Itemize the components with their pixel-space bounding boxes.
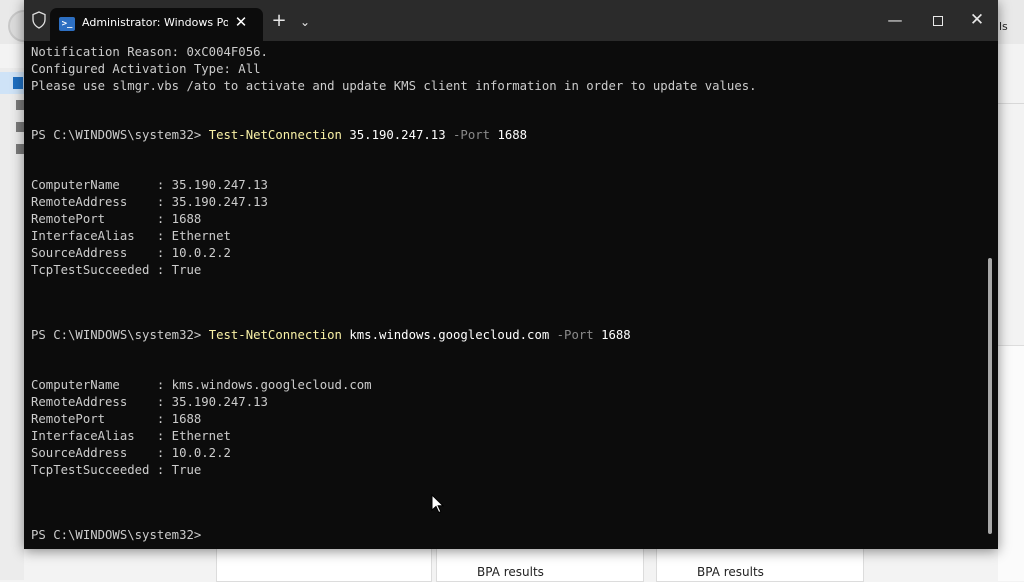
background-panel: [998, 345, 1024, 581]
command-line: PS C:\WINDOWS\system32> Test-NetConnecti…: [31, 127, 527, 144]
output-line: ComputerName : kms.windows.googlecloud.c…: [31, 378, 372, 392]
prompt: PS C:\WINDOWS\system32>: [31, 328, 209, 342]
background-divider: [998, 103, 1024, 104]
bpa-results-link[interactable]: BPA results: [697, 565, 764, 579]
parameter: -Port: [453, 128, 491, 142]
folder-icon[interactable]: [16, 144, 24, 154]
powershell-icon: >_: [59, 17, 75, 31]
background-menu-text[interactable]: ls: [999, 20, 1008, 33]
terminal-output[interactable]: Notification Reason: 0xC004F056. Configu…: [31, 44, 981, 544]
mouse-pointer-icon: [431, 493, 445, 514]
output-line: InterfaceAlias : Ethernet: [31, 429, 231, 443]
argument: 1688: [490, 128, 528, 142]
title-bar[interactable]: >_ Administrator: Windows PowerShell ✕ +…: [24, 0, 998, 41]
cmdlet: Test-NetConnection: [208, 328, 342, 342]
dashboard-icon: [13, 77, 23, 89]
output-line: SourceAddress : 10.0.2.2: [31, 246, 231, 260]
tab-powershell[interactable]: >_ Administrator: Windows PowerShell ✕: [50, 8, 263, 41]
parameter: -Port: [556, 328, 594, 342]
output-line: RemotePort : 1688: [31, 212, 202, 226]
output-line: RemoteAddress : 35.190.247.13: [31, 195, 268, 209]
command-line: PS C:\WINDOWS\system32> Test-NetConnecti…: [31, 327, 631, 344]
bpa-results-link[interactable]: BPA results: [477, 565, 544, 579]
server-icon[interactable]: [16, 100, 24, 110]
scrollbar-thumb[interactable]: [988, 258, 992, 534]
new-tab-button[interactable]: +: [269, 12, 289, 32]
output-line: InterfaceAlias : Ethernet: [31, 229, 231, 243]
output-line: TcpTestSucceeded : True: [31, 463, 202, 477]
output-line: TcpTestSucceeded : True: [31, 263, 202, 277]
maximize-icon: [933, 15, 943, 26]
tab-close-icon[interactable]: ✕: [232, 13, 250, 31]
chevron-down-icon[interactable]: ⌄: [296, 12, 314, 32]
shield-icon: [32, 11, 46, 29]
argument: 1688: [593, 328, 631, 342]
output-line: SourceAddress : 10.0.2.2: [31, 446, 231, 460]
cmdlet: Test-NetConnection: [208, 128, 342, 142]
background-sidebar-item-dashboard[interactable]: [0, 72, 24, 94]
argument: kms.windows.googlecloud.com: [341, 328, 557, 342]
output-line: Configured Activation Type: All: [31, 62, 261, 76]
output-line: Notification Reason: 0xC004F056.: [31, 45, 268, 59]
argument: 35.190.247.13: [341, 128, 454, 142]
output-line: ComputerName : 35.190.247.13: [31, 178, 268, 192]
close-button[interactable]: ✕: [957, 7, 997, 33]
minimize-button[interactable]: —: [875, 7, 915, 33]
output-line: RemoteAddress : 35.190.247.13: [31, 395, 268, 409]
tab-title: Administrator: Windows PowerShell: [82, 16, 228, 29]
current-prompt[interactable]: PS C:\WINDOWS\system32>: [31, 527, 201, 544]
server-icon[interactable]: [16, 122, 24, 132]
output-line: Please use slmgr.vbs /ato to activate an…: [31, 79, 757, 93]
prompt: PS C:\WINDOWS\system32>: [31, 128, 209, 142]
maximize-button[interactable]: [918, 7, 958, 33]
terminal-window: >_ Administrator: Windows PowerShell ✕ +…: [24, 0, 998, 549]
output-line: RemotePort : 1688: [31, 412, 202, 426]
